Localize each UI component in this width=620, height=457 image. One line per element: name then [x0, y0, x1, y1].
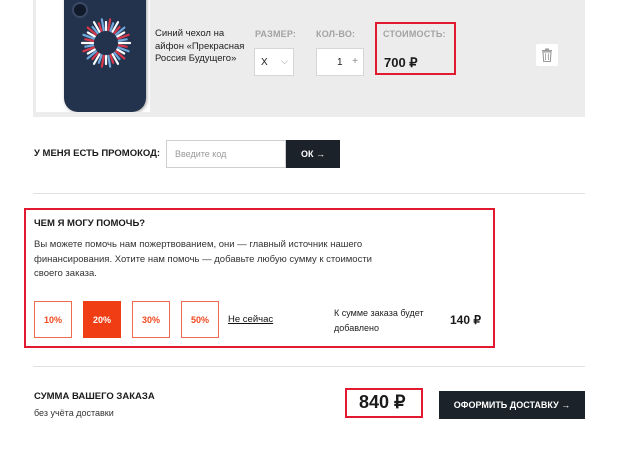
chevron-down-icon: ⌵ — [281, 56, 288, 66]
added-amount-label: К сумме заказа будет добавлено — [334, 308, 424, 333]
not-now-link[interactable]: Не сейчас — [228, 314, 273, 325]
order-total-subtitle: без учёта доставки — [34, 408, 114, 418]
cost-value: 700 ₽ — [384, 55, 418, 70]
quantity-value: 1 — [337, 57, 343, 68]
size-select[interactable]: X ⌵ — [254, 48, 294, 76]
product-name[interactable]: Синий чехол на айфон «Прекрасная Россия … — [155, 28, 247, 66]
checkout-button[interactable]: ОФОРМИТЬ ДОСТАВКУ → — [439, 391, 585, 419]
quantity-label: КОЛ-ВО: — [316, 29, 356, 39]
quantity-stepper[interactable]: 1 + — [316, 48, 364, 76]
promo-code-input[interactable] — [166, 140, 286, 168]
remove-item-button[interactable] — [536, 44, 558, 66]
donation-option-50[interactable]: 50% — [181, 301, 219, 338]
size-label: РАЗМЕР: — [255, 29, 297, 39]
promo-ok-button[interactable]: ОК → — [286, 140, 340, 168]
donation-option-10[interactable]: 10% — [34, 301, 72, 338]
ring-logo-icon — [80, 18, 132, 68]
added-amount-value: 140 ₽ — [450, 313, 481, 327]
divider — [33, 366, 585, 367]
phone-case-image — [64, 0, 146, 112]
promo-label: У МЕНЯ ЕСТЬ ПРОМОКОД: — [34, 148, 161, 159]
order-total-value: 840 ₽ — [359, 392, 406, 412]
trash-icon — [542, 48, 552, 62]
order-total-title: СУММА ВАШЕГО ЗАКАЗА — [34, 391, 155, 402]
donation-text: Вы можете помочь нам пожертвованием, они… — [34, 239, 372, 279]
donation-option-20[interactable]: 20% — [83, 301, 121, 338]
product-image[interactable] — [36, 0, 150, 112]
donation-option-30[interactable]: 30% — [132, 301, 170, 338]
plus-icon[interactable]: + — [352, 56, 358, 67]
donation-title: ЧЕМ Я МОГУ ПОМОЧЬ? — [34, 218, 146, 229]
divider — [33, 193, 585, 194]
size-value: X — [261, 57, 268, 68]
